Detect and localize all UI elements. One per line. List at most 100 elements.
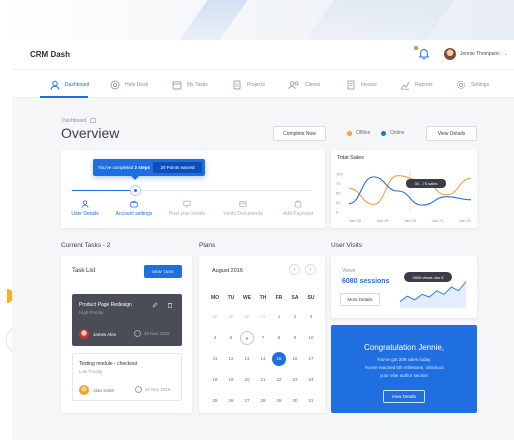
nav-item-reports[interactable]: Reports (400, 77, 433, 93)
calendar-day[interactable]: 21 (256, 373, 270, 387)
calendar-next-button[interactable]: › (305, 264, 316, 275)
legend-offline-label: Offline (356, 130, 371, 136)
calendar-weekday: FR (275, 295, 283, 301)
calendar-weekday: TU (227, 295, 235, 301)
calendar-day[interactable]: 4 (208, 331, 222, 345)
calendar-day[interactable]: 30 (288, 394, 302, 408)
breadcrumb[interactable]: Dashboard (62, 118, 96, 124)
payment-icon (294, 200, 302, 208)
clock-icon (135, 386, 142, 393)
calendar-day[interactable]: 13 (240, 352, 254, 366)
user-visits-heading: User Visits (331, 242, 362, 249)
avatar[interactable] (444, 48, 456, 60)
nav-item-label: Projects (247, 82, 266, 88)
calendar-day[interactable]: 26 (224, 394, 238, 408)
congrats-title: Congratulation Jennie, (363, 343, 445, 352)
edit-icon[interactable] (152, 302, 158, 308)
calendar-day[interactable]: 16 (288, 352, 302, 366)
calendar-day[interactable]: 19 (224, 373, 238, 387)
calendar-day[interactable]: 17 (304, 352, 318, 366)
congrats-view-details-button[interactable]: View Details (383, 390, 425, 403)
complete-now-button[interactable]: Complete Now (273, 126, 326, 141)
calendar-day[interactable]: 3 (304, 310, 318, 324)
total-sales-chart: 0 25 50 75 100 Jan 18 Jan 19 Jan 20 Jan 21 Jan 22 (336, 170, 472, 223)
notification-icon[interactable] (418, 48, 430, 60)
calendar-day[interactable]: 31 (256, 310, 270, 324)
calendar-day[interactable]: 11 (208, 352, 222, 366)
step-user-details[interactable]: User Details (57, 200, 113, 217)
gear-icon (456, 80, 466, 90)
views-label: Views (342, 268, 356, 274)
nav-item-invoice[interactable]: Invoice (346, 77, 377, 93)
calendar-day[interactable]: 28 (256, 394, 270, 408)
calendar-day[interactable]: 8 (272, 331, 286, 345)
nav-item-dashboard[interactable]: Dashboard (50, 77, 89, 93)
calendar-day-selected[interactable]: 15 (272, 352, 286, 366)
calendar-day[interactable]: 7 (256, 331, 270, 345)
step-post-your-needs[interactable]: Post your needs (159, 200, 215, 217)
calendar-day[interactable]: 1 (272, 310, 286, 324)
current-tasks-heading: Current Tasks - 2 (61, 242, 111, 249)
calendar-prev-button[interactable]: ‹ (289, 264, 300, 275)
calendar-day[interactable]: 23 (288, 373, 302, 387)
step-label: Add Payment (282, 211, 314, 217)
calendar-day[interactable]: 29 (272, 394, 286, 408)
nav-item-help-desk[interactable]: Help Desk (110, 77, 148, 93)
step-label: Account settings (115, 211, 153, 217)
calendar-weekday: SU (307, 295, 315, 301)
step-verify-documents[interactable]: Verify Documents (215, 200, 271, 217)
trash-icon[interactable] (167, 302, 173, 308)
nav-item-my-tasks[interactable]: My Tasks (172, 77, 208, 93)
user-icon (50, 80, 60, 90)
calendar-icon (172, 81, 182, 90)
calendar-day[interactable]: 12 (224, 352, 238, 366)
nav-item-projects[interactable]: Projects (232, 77, 265, 93)
sessions-value: 6080 sessions (342, 278, 390, 285)
step-account-settings[interactable]: Account settings (106, 200, 162, 217)
calendar-day[interactable]: 31 (304, 394, 318, 408)
steps-progress (72, 190, 134, 191)
calendar-day[interactable]: 14 (256, 352, 270, 366)
task-card[interactable]: Testing module - checkout Low Priority A… (72, 353, 182, 401)
calendar-day[interactable]: 9 (288, 331, 302, 345)
users-icon (288, 81, 299, 90)
calendar-day[interactable]: 30 (240, 310, 254, 324)
steps-tooltip-prefix: You've completed (98, 165, 135, 170)
nav-item-clients[interactable]: Clients (288, 77, 320, 93)
new-task-button[interactable]: NEW TASK (144, 265, 182, 278)
calendar-day[interactable]: 10 (304, 331, 318, 345)
steps-tooltip-text: You've completed 2 steps (98, 165, 150, 170)
chevron-down-icon[interactable]: ⌄ (504, 51, 508, 57)
calendar-day[interactable]: 2 (288, 310, 302, 324)
calendar-day[interactable]: 20 (240, 373, 254, 387)
y-tick-label: 50 (336, 190, 341, 195)
steps-progress-handle[interactable] (130, 185, 141, 196)
view-details-button[interactable]: View Details (426, 126, 477, 141)
help-circle-icon (110, 80, 120, 90)
calendar-day[interactable]: 6 (240, 331, 254, 345)
step-add-payment[interactable]: Add Payment (270, 200, 326, 217)
calendar-day[interactable]: 25 (208, 394, 222, 408)
task-date: 20 Nov 2016 (135, 386, 171, 393)
calendar-day[interactable]: 29 (224, 310, 238, 324)
calendar-weekday: WE (242, 295, 252, 301)
nav-item-settings[interactable]: Settings (456, 77, 489, 93)
x-tick-label: Jan 21 (431, 218, 444, 223)
calendar-day[interactable]: 28 (208, 310, 222, 324)
task-card[interactable]: Product Page Redesign High Priority Jame… (72, 294, 182, 346)
task-priority: Low Priority (79, 369, 103, 374)
user-visits-chart (399, 281, 467, 308)
calendar-day[interactable]: 5 (224, 331, 238, 345)
visits-tooltip: 4506 views Jan 8 (404, 272, 452, 282)
calendar-day[interactable]: 27 (240, 394, 254, 408)
more-details-button[interactable]: More Details (340, 293, 380, 306)
step-label: Verify Documents (223, 211, 263, 217)
user-name[interactable]: Jennie Thompson (460, 51, 500, 57)
calendar-day[interactable]: 18 (208, 373, 222, 387)
steps-tooltip: You've completed 2 steps 20 Points earne… (93, 159, 205, 176)
calendar-day[interactable]: 22 (272, 373, 286, 387)
clock-icon (134, 330, 141, 337)
task-date: 30 Nov 2016 (134, 330, 170, 337)
app-header: CRM Dash Jennie Thompson ⌄ (12, 40, 514, 70)
calendar-day[interactable]: 24 (304, 373, 318, 387)
